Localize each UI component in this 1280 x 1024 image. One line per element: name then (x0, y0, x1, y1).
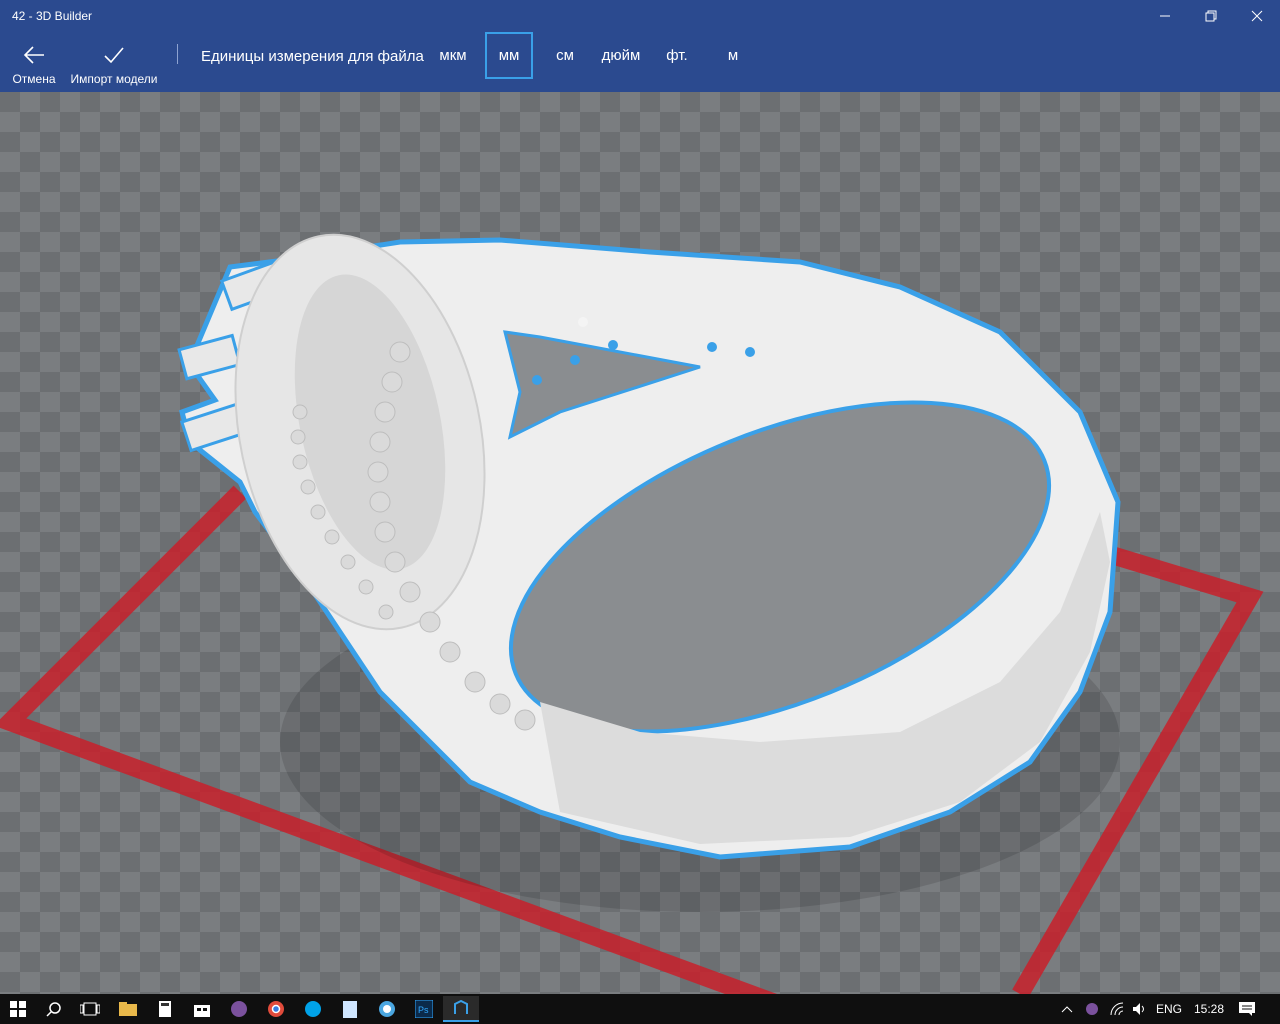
cancel-button[interactable]: Отмена (6, 32, 62, 92)
unit-option-mm[interactable]: мм (485, 32, 533, 79)
import-model-label: Импорт модели (70, 72, 158, 86)
search-icon[interactable] (36, 996, 72, 1022)
store-icon[interactable] (184, 996, 220, 1022)
unit-option-cm[interactable]: см (548, 32, 582, 79)
back-arrow-icon (6, 44, 62, 66)
unit-option-m[interactable]: м (720, 32, 746, 79)
language-indicator[interactable]: ENG (1156, 1002, 1182, 1016)
minimize-icon (1160, 15, 1170, 17)
app-title: 42 - 3D Builder (12, 9, 93, 23)
3d-builder-icon[interactable] (443, 996, 479, 1022)
volume-icon[interactable] (1128, 996, 1152, 1022)
minimize-button[interactable] (1142, 0, 1188, 32)
calculator-icon[interactable] (147, 996, 183, 1022)
unit-option-inch[interactable]: дюйм (596, 32, 646, 79)
unit-option-mkm[interactable]: мкм (433, 32, 473, 79)
network-icon[interactable] (1105, 996, 1129, 1022)
clock[interactable]: 15:28 (1194, 1002, 1224, 1016)
restore-button[interactable] (1188, 0, 1234, 32)
action-center-icon[interactable] (1232, 996, 1262, 1022)
file-explorer-icon[interactable] (110, 996, 146, 1022)
scene (0, 233, 1264, 994)
notepad-icon[interactable] (332, 996, 368, 1022)
skype-icon[interactable] (295, 996, 331, 1022)
start-icon[interactable] (0, 996, 36, 1022)
app-icon[interactable] (369, 996, 405, 1022)
cancel-label: Отмена (12, 72, 56, 86)
3d-viewport[interactable] (0, 92, 1280, 994)
chrome-icon[interactable] (258, 996, 294, 1022)
import-model-button[interactable]: Импорт модели (66, 32, 162, 92)
close-button[interactable] (1234, 0, 1280, 32)
photoshop-icon[interactable]: Ps (406, 996, 442, 1022)
checkmark-icon (66, 44, 162, 66)
title-bar: 42 - 3D Builder (0, 0, 1280, 32)
toolbar-separator (177, 44, 178, 64)
task-view-icon[interactable] (72, 996, 108, 1022)
taskbar: Ps ENG 15:28 (0, 994, 1280, 1024)
close-icon (1251, 10, 1263, 22)
viber-tray-icon[interactable] (1080, 996, 1104, 1022)
viber-icon[interactable] (221, 996, 257, 1022)
unit-option-ft[interactable]: фт. (660, 32, 694, 79)
units-label: Единицы измерения для файла (201, 48, 424, 65)
restore-icon (1205, 10, 1217, 22)
photoshop-glyph: Ps (418, 1005, 429, 1015)
chevron-up-icon[interactable] (1055, 996, 1079, 1022)
